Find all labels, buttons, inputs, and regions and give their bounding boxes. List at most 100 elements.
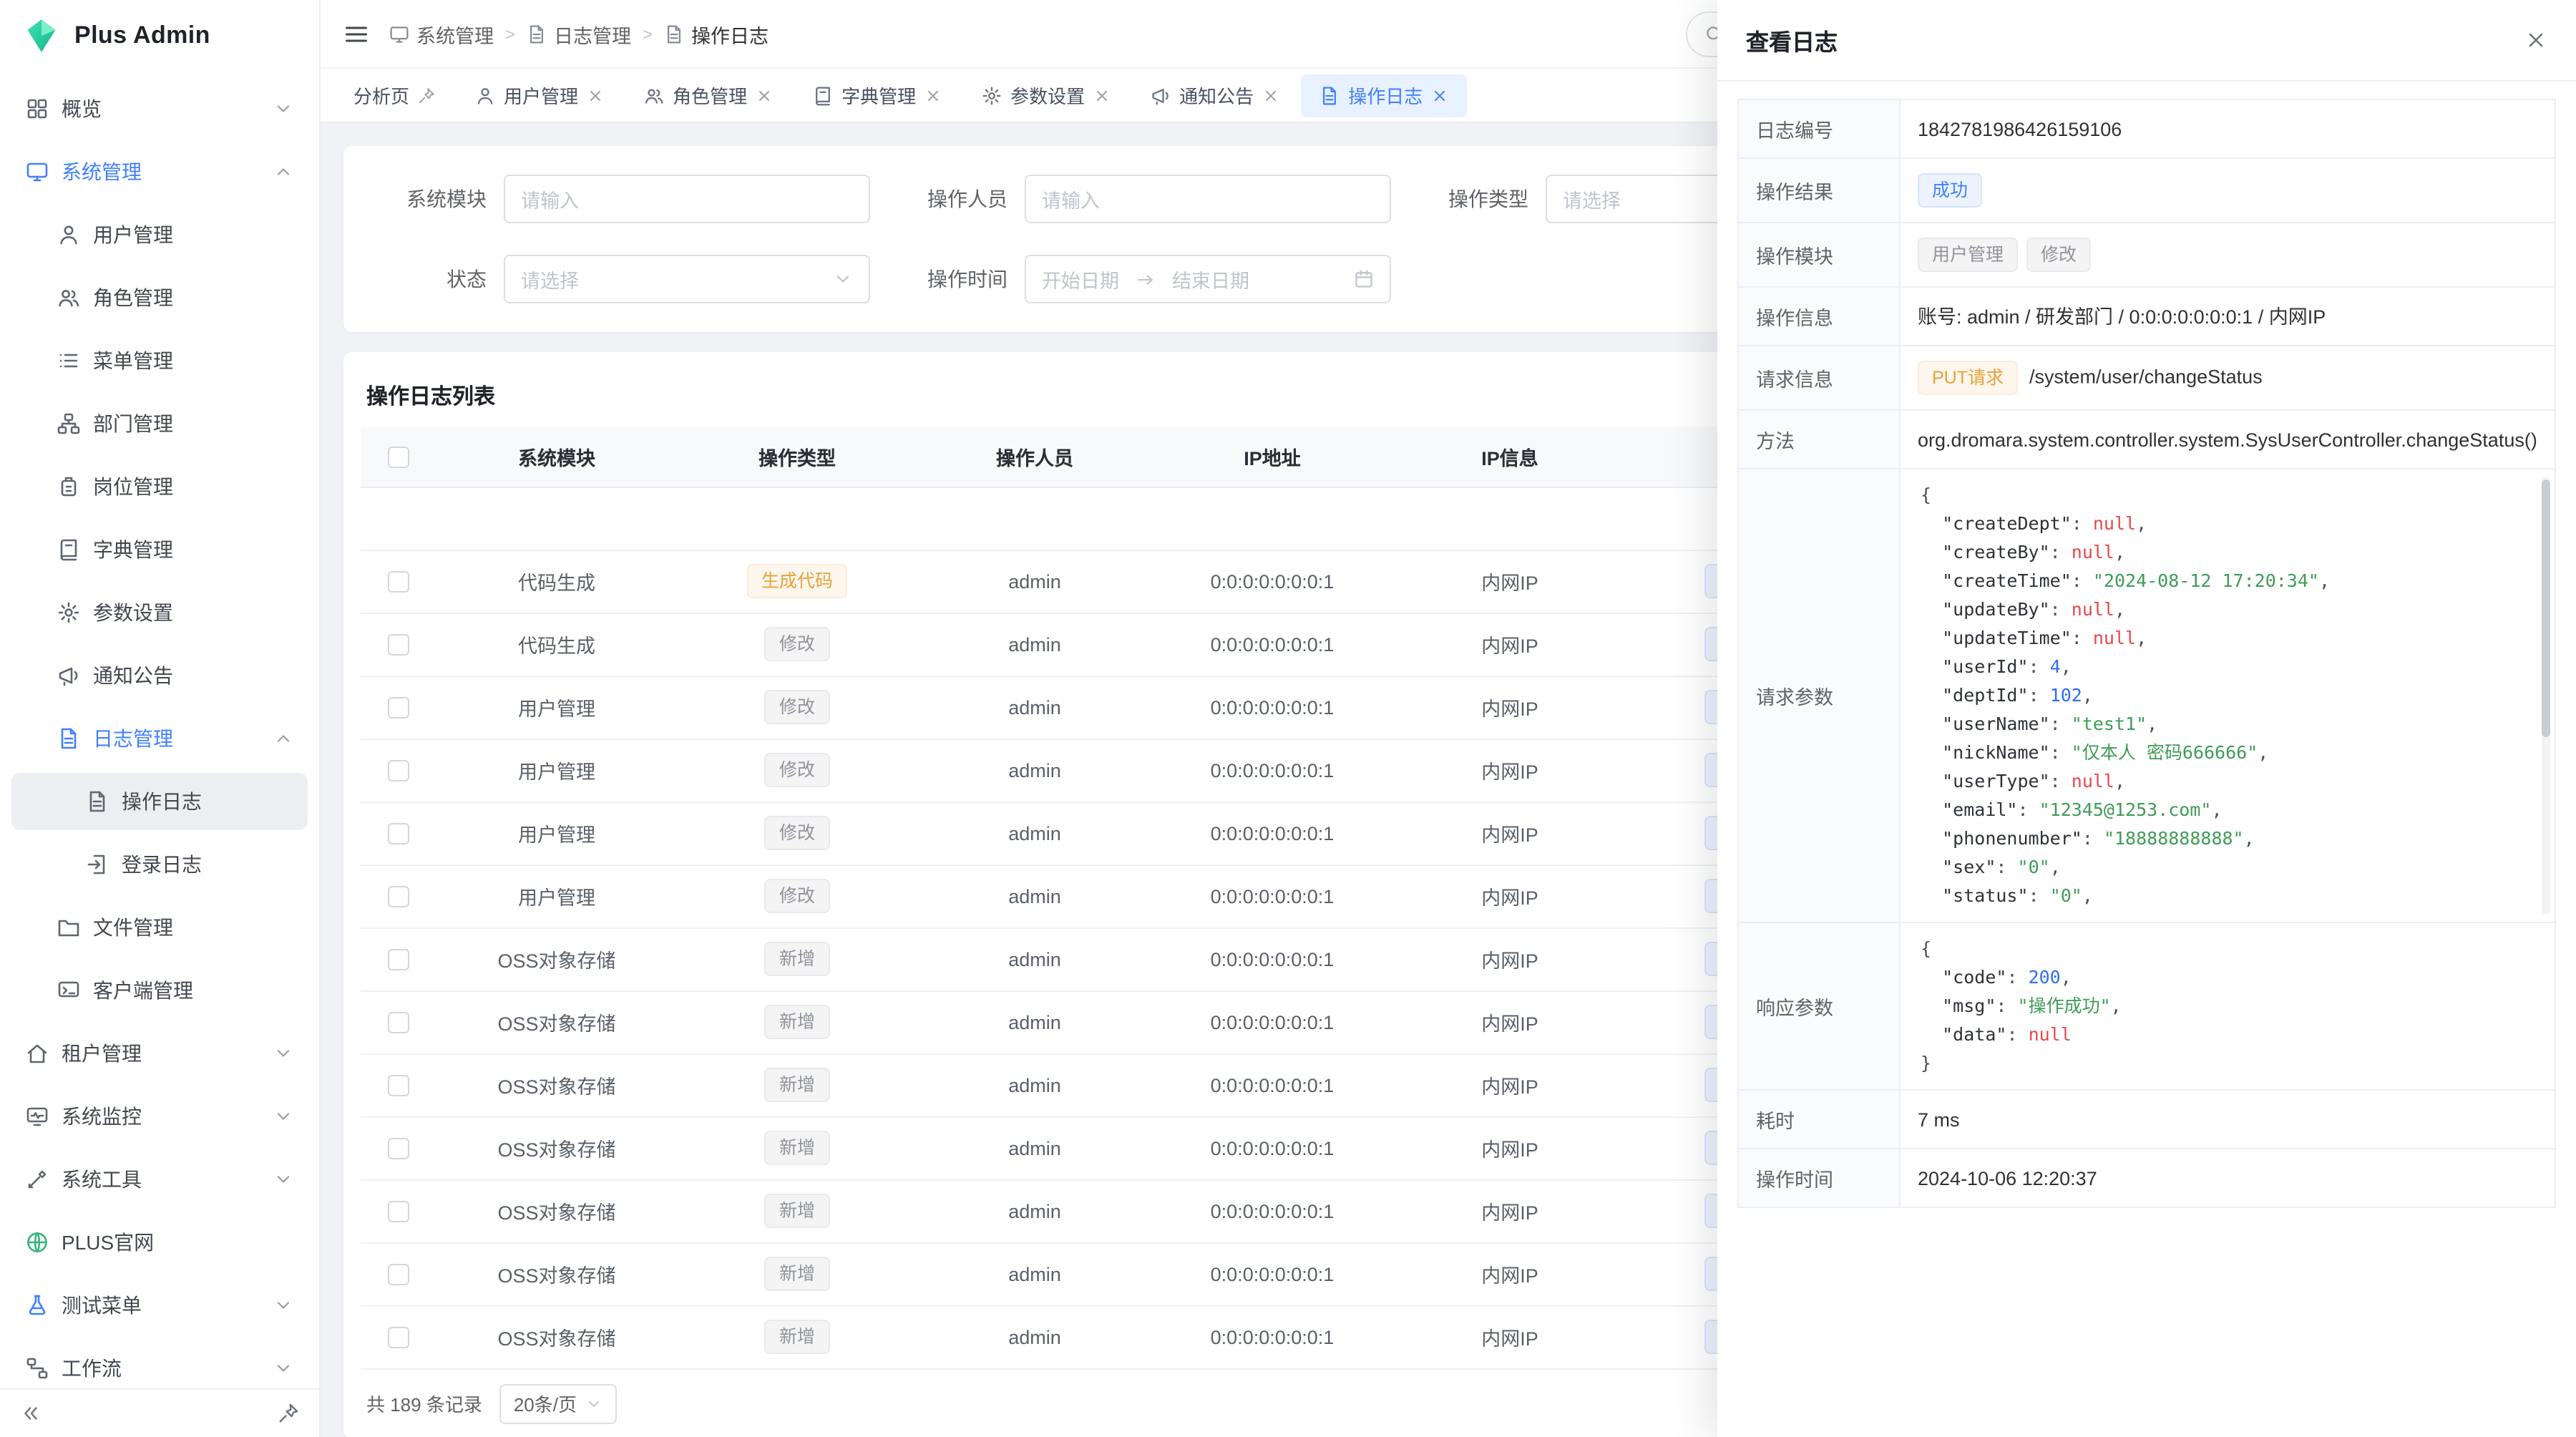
- breadcrumb-item[interactable]: 日志管理: [527, 19, 631, 48]
- close-tab-icon[interactable]: [924, 87, 942, 104]
- megaphone-icon: [1151, 85, 1171, 105]
- drawer-field-value: PUT请求/system/user/changeStatus: [1900, 346, 2555, 410]
- sidebar-item-user-management[interactable]: 用户管理: [11, 206, 308, 263]
- users-icon: [57, 286, 80, 309]
- sidebar-item-system-tools[interactable]: 系统工具: [11, 1151, 308, 1208]
- row-checkbox[interactable]: [387, 886, 409, 907]
- close-tab-icon[interactable]: [587, 87, 604, 104]
- row-checkbox-cell: [361, 927, 435, 990]
- tab-param-settings[interactable]: 参数设置: [963, 74, 1129, 117]
- sidebar-item-plus-website[interactable]: PLUS官网: [11, 1214, 308, 1271]
- row-checkbox[interactable]: [387, 760, 409, 781]
- code-line: "userName": "test1",: [1921, 710, 2534, 739]
- drawer-header: 查看日志: [1717, 0, 2576, 82]
- row-checkbox[interactable]: [387, 1138, 409, 1159]
- sidebar-item-file-management[interactable]: 文件管理: [11, 899, 308, 956]
- page-size-select[interactable]: 20条/页: [499, 1383, 617, 1423]
- sidebar-item-test-menu[interactable]: 测试菜单: [11, 1277, 308, 1334]
- sidebar-item-notice[interactable]: 通知公告: [11, 647, 308, 704]
- tab-label: 通知公告: [1179, 82, 1254, 109]
- drawer-field-label: 方法: [1738, 410, 1900, 469]
- cell-operation-type: 修改: [678, 802, 916, 864]
- collapse-sidebar-icon[interactable]: [20, 1403, 42, 1424]
- select-status[interactable]: 请选择: [504, 255, 870, 303]
- date-range-input[interactable]: 开始日期结束日期: [1025, 255, 1391, 303]
- sidebar-item-label: 登录日志: [122, 850, 202, 879]
- chevron-down-icon: [833, 269, 853, 289]
- sidebar-item-role-management[interactable]: 角色管理: [11, 269, 308, 326]
- app-logo[interactable]: Plus Admin: [0, 0, 319, 72]
- sidebar-item-post-management[interactable]: 岗位管理: [11, 458, 308, 515]
- cell-ip-info: 内网IP: [1391, 550, 1629, 613]
- cell-ip-address: 0:0:0:0:0:0:0:1: [1153, 1116, 1391, 1179]
- close-tab-icon[interactable]: [1093, 87, 1111, 104]
- input-system-module[interactable]: 请输入: [504, 175, 870, 223]
- doc-icon: [1319, 85, 1340, 105]
- row-checkbox[interactable]: [387, 1327, 409, 1348]
- tab-user-management[interactable]: 用户管理: [457, 74, 623, 117]
- sidebar-item-menu-management[interactable]: 菜单管理: [11, 332, 308, 389]
- column-header: 操作人员: [916, 427, 1153, 487]
- tab-role-management[interactable]: 角色管理: [625, 74, 791, 117]
- menu-toggle-icon[interactable]: [343, 21, 369, 47]
- sidebar-item-dept-management[interactable]: 部门管理: [11, 395, 308, 452]
- row-checkbox[interactable]: [387, 571, 409, 593]
- breadcrumb-item[interactable]: 系统管理: [389, 19, 494, 48]
- row-checkbox[interactable]: [387, 1264, 409, 1285]
- json-code-block: { "code": 200, "msg": "操作成功", "data": nu…: [1901, 923, 2555, 1089]
- cell-system-module: OSS对象存储: [435, 1053, 678, 1116]
- cell-ip-address: 0:0:0:0:0:0:0:1: [1153, 613, 1391, 676]
- row-checkbox[interactable]: [387, 949, 409, 970]
- cell-ip-address: 0:0:0:0:0:0:0:1: [1153, 1242, 1391, 1305]
- sidebar-item-system-monitor[interactable]: 系统监控: [11, 1088, 308, 1145]
- row-checkbox[interactable]: [387, 1201, 409, 1222]
- sidebar-item-log-management[interactable]: 日志管理: [11, 710, 308, 767]
- row-checkbox[interactable]: [387, 634, 409, 656]
- sidebar-item-tenant-management[interactable]: 租户管理: [11, 1025, 308, 1082]
- code-line: "deptId": 102,: [1921, 681, 2534, 710]
- row-checkbox[interactable]: [387, 1075, 409, 1096]
- globe-icon: [26, 1231, 49, 1254]
- drawer-field-label: 操作信息: [1738, 287, 1900, 346]
- drawer-field-value: 成功: [1900, 158, 2555, 223]
- close-tab-icon[interactable]: [1262, 87, 1279, 104]
- flow-icon: [26, 1357, 49, 1380]
- row-checkbox[interactable]: [387, 697, 409, 718]
- tab-dict-management[interactable]: 字典管理: [794, 74, 960, 117]
- sidebar-item-param-settings[interactable]: 参数设置: [11, 584, 308, 641]
- pin-icon[interactable]: [418, 87, 435, 104]
- sidebar-item-label: 通知公告: [93, 661, 173, 690]
- sidebar-item-overview[interactable]: 概览: [11, 80, 308, 137]
- placeholder-text: 请选择: [1563, 185, 1621, 213]
- drawer-field-value: org.dromara.system.controller.system.Sys…: [1900, 410, 2555, 469]
- row-checkbox[interactable]: [387, 1012, 409, 1033]
- pin-sidebar-icon[interactable]: [278, 1403, 299, 1424]
- input-operator[interactable]: 请输入: [1025, 175, 1391, 223]
- header-checkbox-cell: [361, 427, 435, 487]
- filter-field-label: 操作人员: [887, 185, 1025, 213]
- cell-system-module: OSS对象存储: [435, 927, 678, 990]
- close-icon[interactable]: [2524, 29, 2547, 52]
- sidebar-item-workflow[interactable]: 工作流: [11, 1340, 308, 1388]
- cell-ip-address: 0:0:0:0:0:0:0:1: [1153, 927, 1391, 990]
- sidebar-item-client-management[interactable]: 客户端管理: [11, 962, 308, 1019]
- column-header: IP信息: [1391, 427, 1629, 487]
- placeholder-text: 请输入: [521, 185, 579, 213]
- scrollbar-thumb[interactable]: [2542, 479, 2550, 737]
- row-checkbox[interactable]: [387, 823, 409, 844]
- sidebar-item-login-log[interactable]: 登录日志: [11, 836, 308, 893]
- sidebar-item-label: 岗位管理: [93, 472, 173, 501]
- sidebar-item-operation-log[interactable]: 操作日志: [11, 773, 308, 830]
- tab-operation-log[interactable]: 操作日志: [1301, 74, 1467, 117]
- close-tab-icon[interactable]: [756, 87, 773, 104]
- gear-icon: [982, 85, 1002, 105]
- tab-label: 分析页: [353, 82, 409, 109]
- cell-operator: admin: [916, 550, 1153, 613]
- select-all-checkbox[interactable]: [387, 446, 409, 467]
- sidebar-item-dict-management[interactable]: 字典管理: [11, 521, 308, 578]
- tab-notice[interactable]: 通知公告: [1132, 74, 1298, 117]
- close-tab-icon[interactable]: [1431, 87, 1448, 104]
- sidebar-item-system-management[interactable]: 系统管理: [11, 143, 308, 200]
- breadcrumb-item[interactable]: 操作日志: [664, 19, 769, 48]
- tab-analysis[interactable]: 分析页: [335, 74, 454, 117]
